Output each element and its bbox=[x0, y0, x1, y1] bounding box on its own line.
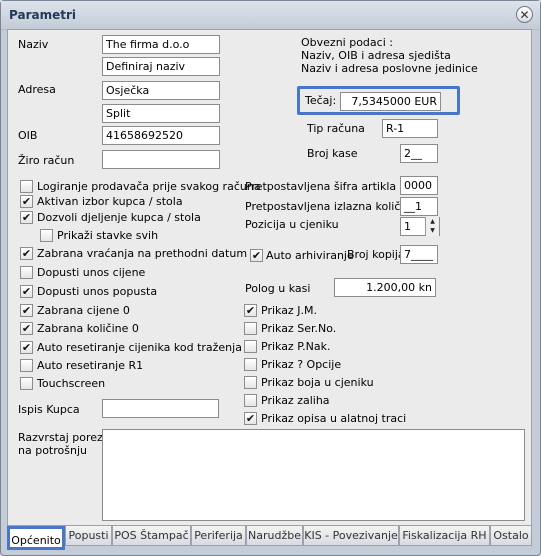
definiraj-naziv-field[interactable]: Definiraj naziv bbox=[102, 57, 220, 76]
label-dopusti-cijene: Dopusti unos cijene bbox=[37, 266, 146, 279]
check-prikaz-opcije[interactable] bbox=[244, 358, 257, 371]
auto-arhiviranje-label: Auto arhiviranje bbox=[266, 249, 354, 262]
label-zabrana-kolicine: Zabrana količine 0 bbox=[37, 322, 139, 335]
check-prikaz-serno[interactable] bbox=[244, 322, 257, 335]
tab-popusti[interactable]: Popusti bbox=[65, 526, 112, 546]
tab-opcenito[interactable]: Općenito bbox=[7, 526, 65, 550]
check-logiranje[interactable] bbox=[20, 180, 33, 193]
ispis-kupca-field[interactable] bbox=[102, 399, 219, 418]
sifra-artikla-field[interactable]: 0000 bbox=[400, 176, 438, 195]
ziro-field[interactable] bbox=[102, 150, 220, 169]
label-zabrana-vracanja: Zabrana vraćanja na prethodni datum bbox=[37, 247, 248, 260]
polog-field[interactable]: 1.200,00 kn bbox=[334, 278, 436, 297]
razvrstaj-label-2: na potrošnju bbox=[18, 444, 87, 457]
izlazna-kolicina-field[interactable]: __1 bbox=[400, 197, 438, 216]
tab-narudzbe[interactable]: Narudžbe bbox=[246, 526, 303, 546]
label-zabrana-cijene: Zabrana cijene 0 bbox=[37, 304, 130, 317]
label-prikazi-stavke: Prikaži stavke svih bbox=[57, 229, 159, 242]
broj-kase-field[interactable]: 2__ bbox=[400, 144, 438, 163]
window-title: Parametri bbox=[9, 8, 76, 22]
check-dopusti-popusta[interactable]: ✔ bbox=[20, 285, 33, 298]
check-prikaz-opisa[interactable]: ✔ bbox=[244, 412, 257, 425]
tab-fiskalizacija[interactable]: Fiskalizacija RH bbox=[399, 526, 490, 546]
izlazna-kolicina-label: Pretpostavljena izlazna količina bbox=[245, 200, 418, 213]
title-bar: Parametri ✕ bbox=[1, 1, 540, 30]
tab-pos-stampac[interactable]: POS Štampač bbox=[112, 526, 191, 546]
label-prikaz-boja: Prikaz boja u cjeniku bbox=[261, 376, 374, 389]
check-prikaz-boja[interactable] bbox=[244, 376, 257, 389]
label-touchscreen: Touchscreen bbox=[37, 377, 106, 390]
check-zabrana-vracanja[interactable]: ✔ bbox=[20, 247, 33, 260]
label-prikaz-opcije: Prikaz ? Opcije bbox=[261, 358, 342, 371]
label-prikaz-opisa: Prikaz opisa u alatnoj traci bbox=[261, 412, 407, 425]
label-logiranje: Logiranje prodavača prije svakog računa bbox=[37, 180, 261, 193]
check-prikaz-jm[interactable]: ✔ bbox=[244, 304, 257, 317]
spin-down-icon[interactable]: ▼ bbox=[426, 226, 439, 235]
adresa-field[interactable]: Osječka bbox=[102, 81, 220, 100]
obvezni-podaci-title: Obvezni podaci : bbox=[301, 36, 393, 49]
general-panel: Naziv The firma d.o.o Definiraj naziv Ad… bbox=[7, 29, 532, 526]
tab-kis-povezivanje[interactable]: KIS - Povezivanje bbox=[303, 526, 399, 546]
label-auto-reset-cjenika: Auto resetiranje cijenika kod traženja bbox=[37, 341, 242, 354]
close-icon[interactable]: ✕ bbox=[516, 6, 533, 23]
tecaj-field[interactable]: 7,5345000 EUR bbox=[340, 92, 441, 111]
adresa-label: Adresa bbox=[18, 83, 56, 96]
label-dozvoli-djeljenje: Dozvoli djeljenje kupca / stola bbox=[37, 211, 201, 224]
label-auto-reset-r1: Auto resetiranje R1 bbox=[37, 359, 144, 372]
obvezni-line-2: Naziv i adresa poslovne jedinice bbox=[301, 62, 478, 75]
tip-racuna-field[interactable]: R-1 bbox=[382, 119, 438, 138]
label-aktivan-izbor: Aktivan izbor kupca / stola bbox=[37, 195, 183, 208]
label-prikaz-serno: Prikaz Ser.No. bbox=[261, 322, 337, 335]
oib-field[interactable]: 41658692520 bbox=[102, 126, 220, 145]
label-dopusti-popusta: Dopusti unos popusta bbox=[37, 285, 158, 298]
check-auto-arhiviranje[interactable]: ✔ bbox=[250, 249, 263, 262]
broj-kopija-field[interactable]: 7____ bbox=[400, 245, 438, 264]
polog-label: Polog u kasi bbox=[245, 282, 311, 295]
check-prikazi-stavke[interactable] bbox=[40, 229, 53, 242]
check-prikaz-pnak[interactable] bbox=[244, 340, 257, 353]
check-auto-reset-r1[interactable] bbox=[20, 359, 33, 372]
tab-bar: Općenito Popusti POS Štampač Periferija … bbox=[7, 526, 532, 550]
ispis-kupca-label: Ispis Kupca bbox=[18, 403, 80, 416]
razvrstaj-label-1: Razvrstaj porez bbox=[18, 431, 103, 444]
naziv-label: Naziv bbox=[18, 38, 49, 51]
check-dozvoli-djeljenje[interactable]: ✔ bbox=[20, 211, 33, 224]
ziro-label: Žiro račun bbox=[18, 154, 75, 167]
check-touchscreen[interactable] bbox=[20, 377, 33, 390]
broj-kase-label: Broj kase bbox=[307, 147, 358, 160]
tab-periferija[interactable]: Periferija bbox=[191, 526, 246, 546]
check-aktivan-izbor[interactable]: ✔ bbox=[20, 195, 33, 208]
grad-field[interactable]: Split bbox=[102, 104, 220, 123]
razvrstaj-porez-box[interactable] bbox=[102, 429, 525, 521]
tecaj-label: Tečaj: bbox=[305, 94, 337, 107]
check-dopusti-cijene[interactable] bbox=[20, 266, 33, 279]
check-zabrana-cijene[interactable]: ✔ bbox=[20, 304, 33, 317]
obvezni-line-1: Naziv, OIB i adresa sjedišta bbox=[301, 49, 451, 62]
tab-ostalo[interactable]: Ostalo bbox=[490, 526, 532, 546]
pozicija-spinner[interactable]: ▲ ▼ bbox=[425, 217, 439, 236]
naziv-field[interactable]: The firma d.o.o bbox=[102, 35, 220, 54]
oib-label: OIB bbox=[18, 129, 38, 142]
pozicija-label: Pozicija u cjeniku bbox=[245, 218, 339, 231]
check-auto-reset-cjenika[interactable]: ✔ bbox=[20, 341, 33, 354]
spin-up-icon[interactable]: ▲ bbox=[426, 217, 439, 226]
check-zabrana-kolicine[interactable]: ✔ bbox=[20, 322, 33, 335]
broj-kopija-label: Broj kopija bbox=[347, 248, 405, 261]
label-prikaz-pnak: Prikaz P.Nak. bbox=[261, 340, 331, 353]
label-prikaz-zaliha: Prikaz zaliha bbox=[261, 394, 330, 407]
label-prikaz-jm: Prikaz J.M. bbox=[261, 304, 317, 317]
check-prikaz-zaliha[interactable] bbox=[244, 394, 257, 407]
tip-racuna-label: Tip računa bbox=[307, 122, 365, 135]
sifra-artikla-label: Pretpostavljena šifra artikla bbox=[245, 180, 397, 193]
